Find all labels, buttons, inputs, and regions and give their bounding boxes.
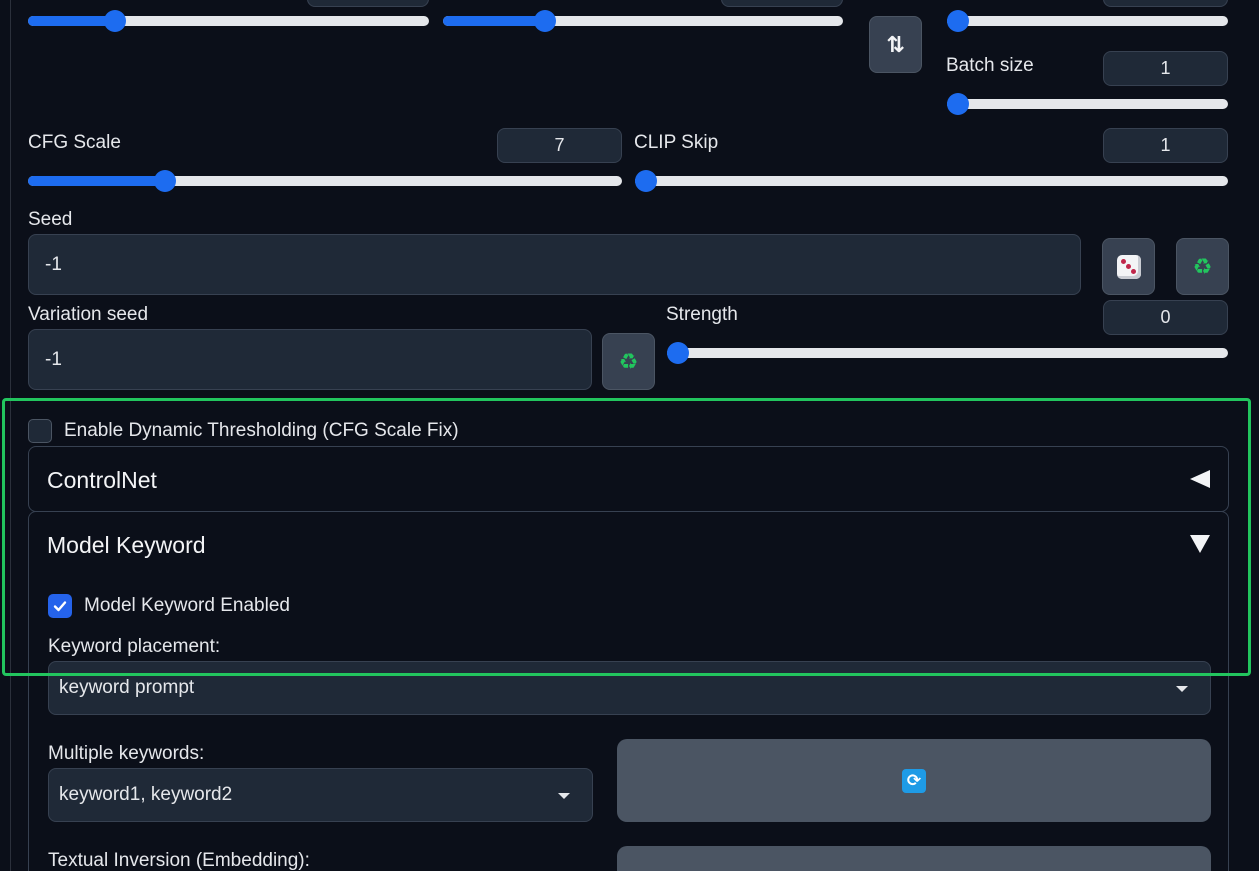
strength-slider[interactable] [667, 342, 1228, 364]
top-middle-number-box[interactable] [721, 0, 843, 7]
slider-thumb[interactable] [533, 10, 556, 32]
expand-arrow-icon[interactable] [1190, 535, 1210, 553]
top-left-slider[interactable] [28, 10, 429, 32]
model-keyword-enabled-checkbox[interactable] [48, 594, 72, 618]
clip-skip-label: CLIP Skip [634, 132, 719, 153]
batch-size-input[interactable]: 1 [1103, 51, 1228, 86]
strength-input[interactable]: 0 [1103, 300, 1228, 335]
top-left-number-box[interactable] [307, 0, 429, 7]
refresh-icon: ⟳ [902, 768, 926, 793]
seed-label: Seed [28, 209, 73, 230]
swap-dimensions-icon: ⇅ [886, 31, 905, 57]
slider-thumb[interactable] [635, 170, 657, 192]
top-right-number-box[interactable] [1103, 0, 1228, 7]
clip-skip-slider[interactable] [635, 170, 1228, 192]
checkmark-icon [53, 601, 67, 612]
model-keyword-accordion: Model Keyword Model Keyword Enabled Keyw… [28, 511, 1229, 871]
reuse-variation-seed-button[interactable]: ♻ [602, 333, 655, 390]
cfg-scale-label: CFG Scale [28, 132, 121, 153]
swap-dimensions-button[interactable]: ⇅ [869, 16, 922, 73]
model-keyword-title[interactable]: Model Keyword [47, 532, 206, 559]
multiple-keywords-label: Multiple keywords: [48, 743, 205, 764]
batch-size-slider[interactable] [947, 93, 1228, 115]
batch-size-label: Batch size [946, 55, 1034, 76]
seed-input[interactable]: -1 [28, 234, 1081, 295]
dynamic-thresholding-label: Enable Dynamic Thresholding (CFG Scale F… [64, 420, 459, 441]
refresh-keywords-button[interactable]: ⟳ [617, 739, 1211, 822]
cfg-scale-slider[interactable] [28, 170, 622, 192]
keyword-placement-label: Keyword placement: [48, 636, 221, 657]
dice-icon [1116, 254, 1141, 279]
textual-inversion-button[interactable] [617, 846, 1211, 871]
variation-seed-input[interactable]: -1 [28, 329, 592, 390]
controlnet-title: ControlNet [47, 467, 157, 493]
recycle-icon: ♻ [1192, 253, 1213, 279]
slider-thumb[interactable] [103, 10, 126, 32]
keyword-placement-dropdown[interactable]: keyword prompt [48, 661, 1211, 715]
keyword-placement-value: keyword prompt [59, 677, 195, 698]
controlnet-accordion[interactable]: ControlNet [28, 446, 1229, 512]
cfg-scale-input[interactable]: 7 [497, 128, 622, 163]
strength-label: Strength [666, 304, 738, 325]
multiple-keywords-dropdown[interactable]: keyword1, keyword2 [48, 768, 593, 822]
slider-thumb[interactable] [667, 342, 689, 364]
clip-skip-input[interactable]: 1 [1103, 128, 1228, 163]
top-right-slider[interactable] [947, 10, 1228, 32]
reuse-seed-button[interactable]: ♻ [1176, 238, 1229, 295]
model-keyword-enabled-label: Model Keyword Enabled [84, 595, 290, 616]
recycle-icon: ♻ [618, 348, 639, 374]
chevron-down-icon [558, 793, 570, 799]
collapse-arrow-icon [1190, 470, 1210, 488]
top-middle-slider[interactable] [443, 10, 843, 32]
textual-inversion-label: Textual Inversion (Embedding): [48, 850, 310, 871]
slider-thumb[interactable] [947, 93, 969, 115]
chevron-down-icon [1176, 686, 1188, 692]
variation-seed-label: Variation seed [28, 304, 149, 325]
slider-thumb[interactable] [153, 170, 176, 192]
left-border [10, 0, 11, 871]
dynamic-thresholding-checkbox[interactable] [28, 419, 52, 443]
random-seed-button[interactable] [1102, 238, 1155, 295]
multiple-keywords-value: keyword1, keyword2 [59, 784, 233, 805]
slider-thumb[interactable] [947, 10, 969, 32]
